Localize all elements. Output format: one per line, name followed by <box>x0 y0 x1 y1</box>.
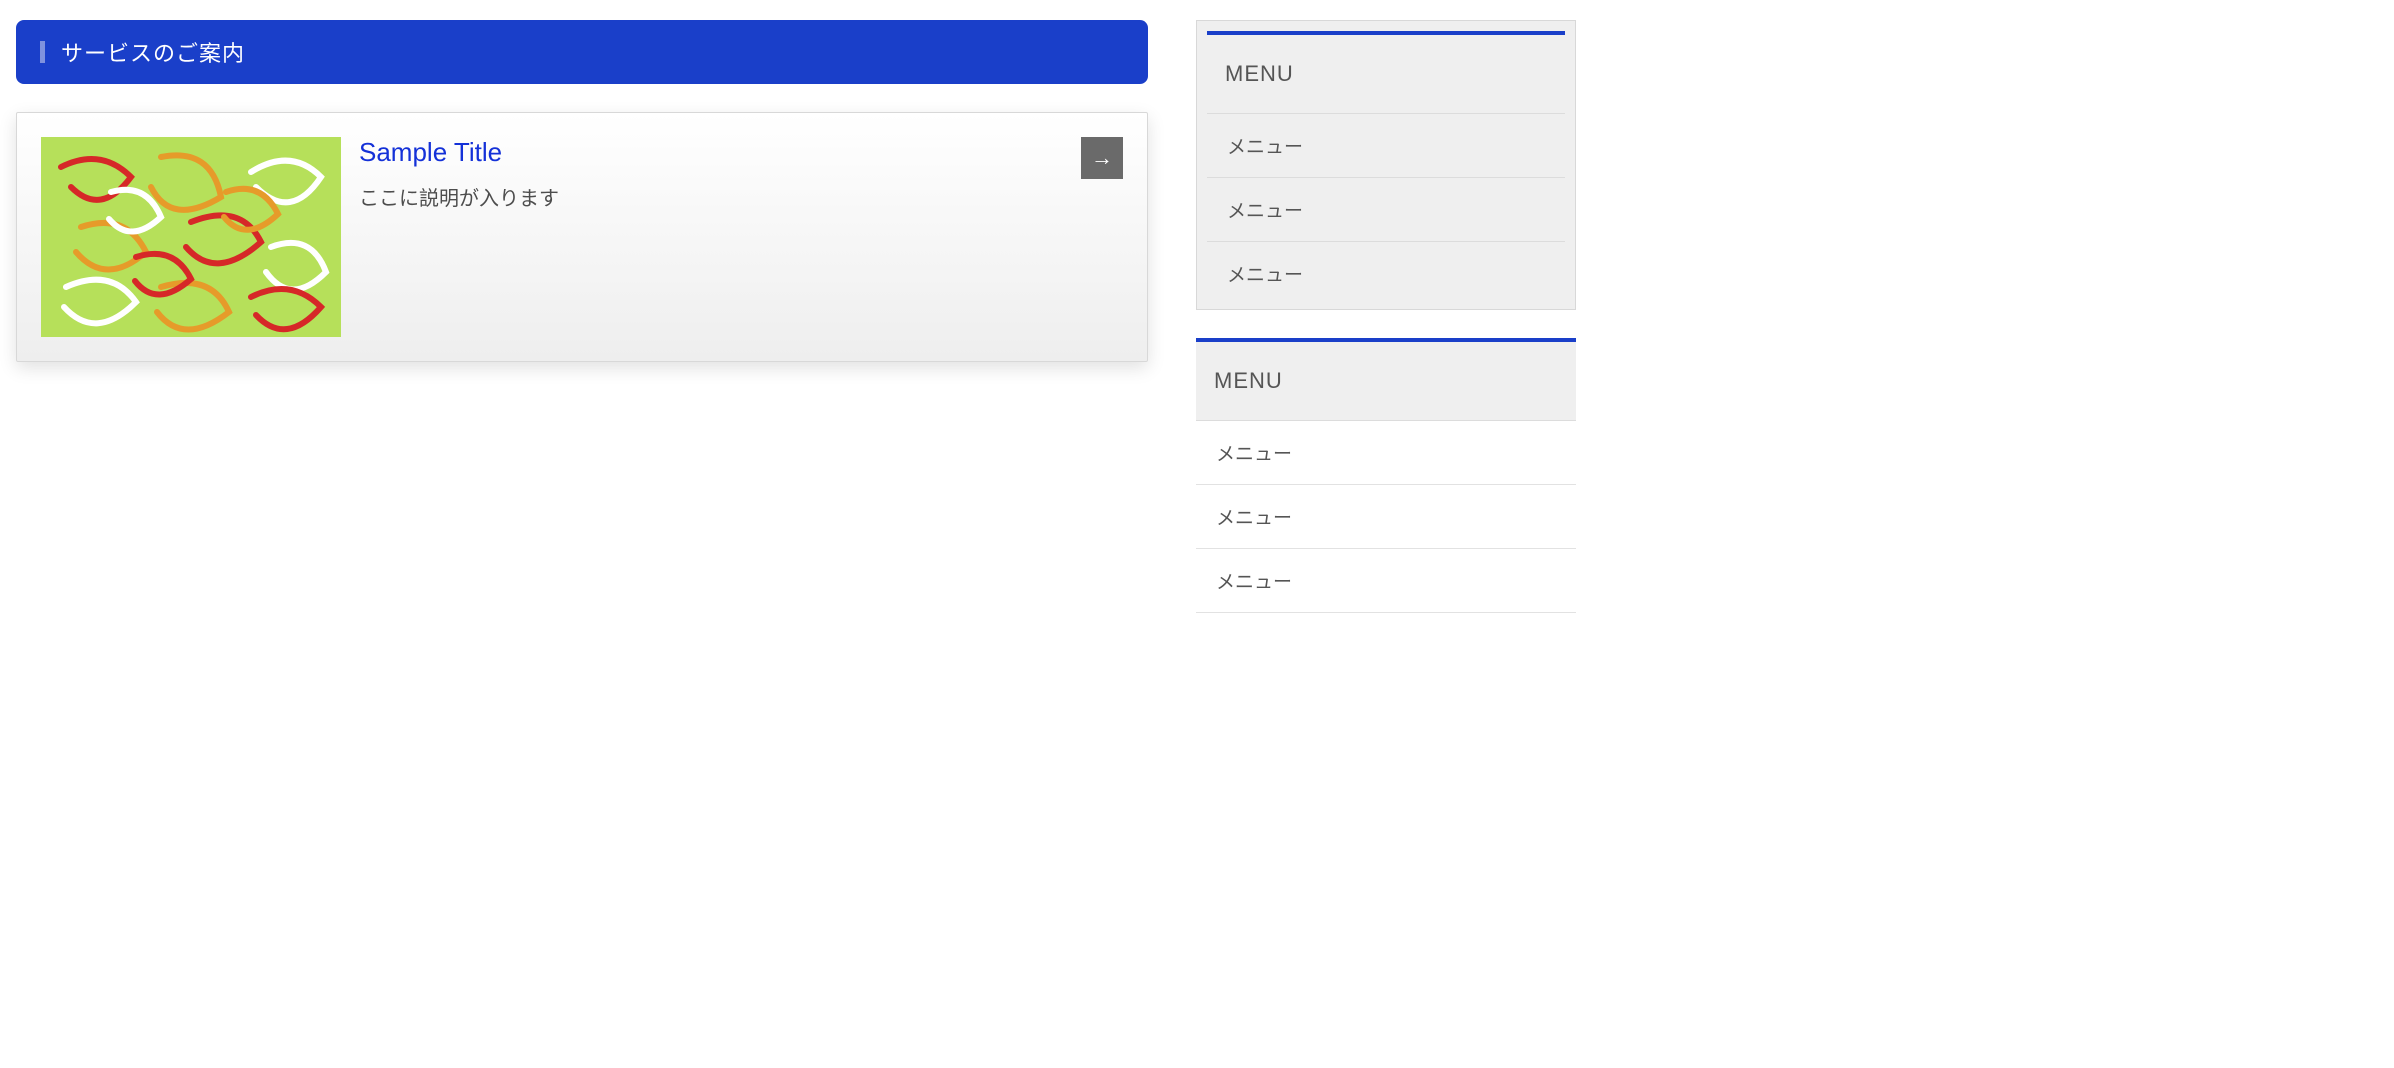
card-body: Sample Title ここに説明が入ります <box>359 137 1123 337</box>
card-description: ここに説明が入ります <box>359 182 1123 211</box>
menu-item[interactable]: メニュー <box>1196 421 1576 485</box>
header-marker-icon <box>40 41 45 63</box>
section-header: サービスのご案内 <box>16 20 1148 84</box>
widget-title: MENU <box>1207 31 1565 114</box>
widget-list: メニュー メニュー メニュー <box>1207 114 1565 305</box>
section-title: サービスのご案内 <box>61 36 245 68</box>
arrow-right-icon[interactable]: → <box>1081 137 1123 179</box>
menu-item[interactable]: メニュー <box>1207 114 1565 178</box>
menu-item[interactable]: メニュー <box>1196 549 1576 613</box>
card-thumbnail <box>41 137 341 337</box>
sidebar: MENU メニュー メニュー メニュー MENU メニュー メニュー メニュー <box>1196 20 1576 641</box>
arrow-glyph: → <box>1091 145 1113 171</box>
menu-item[interactable]: メニュー <box>1196 485 1576 549</box>
widget-list: メニュー メニュー メニュー <box>1196 421 1576 613</box>
card-title[interactable]: Sample Title <box>359 137 1123 168</box>
sidebar-widget-1: MENU メニュー メニュー メニュー <box>1196 338 1576 613</box>
service-card[interactable]: Sample Title ここに説明が入ります → <box>16 112 1148 362</box>
menu-item[interactable]: メニュー <box>1207 178 1565 242</box>
sidebar-widget-0: MENU メニュー メニュー メニュー <box>1196 20 1576 310</box>
widget-title: MENU <box>1196 338 1576 421</box>
menu-item[interactable]: メニュー <box>1207 242 1565 305</box>
